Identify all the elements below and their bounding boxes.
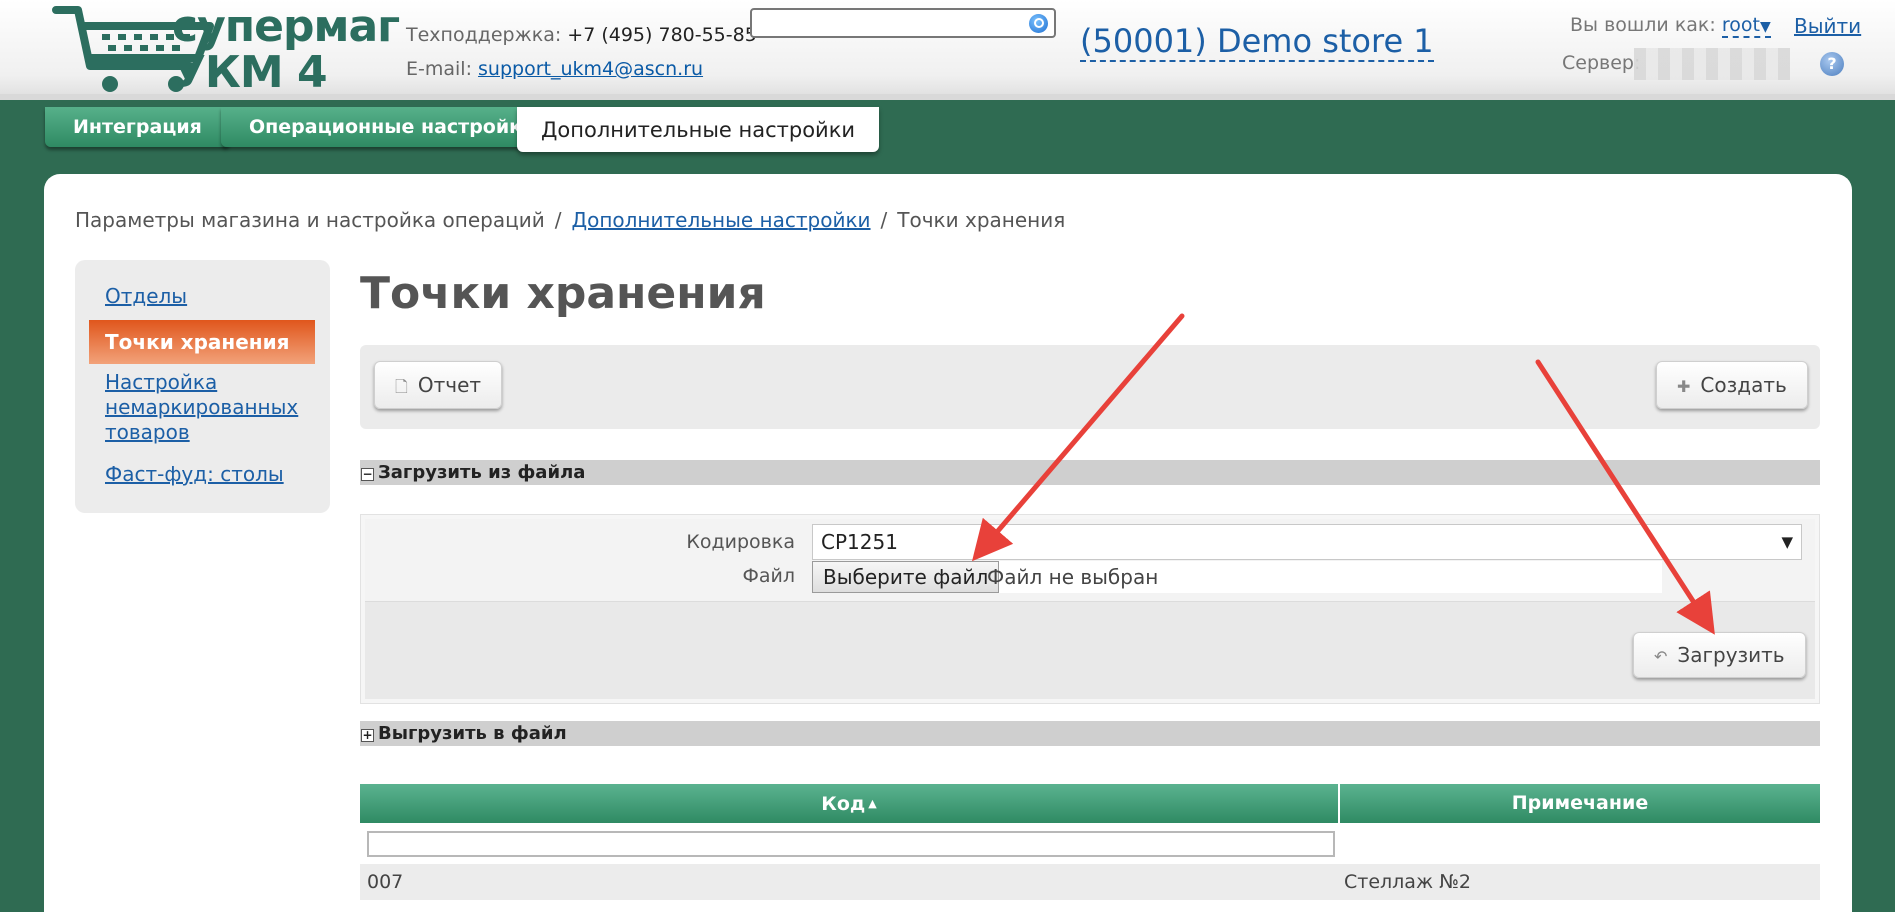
annotation-arrow-upload (1535, 359, 1715, 635)
annotation-arrow-file (971, 313, 1185, 562)
annotation-arrows (971, 313, 1715, 635)
